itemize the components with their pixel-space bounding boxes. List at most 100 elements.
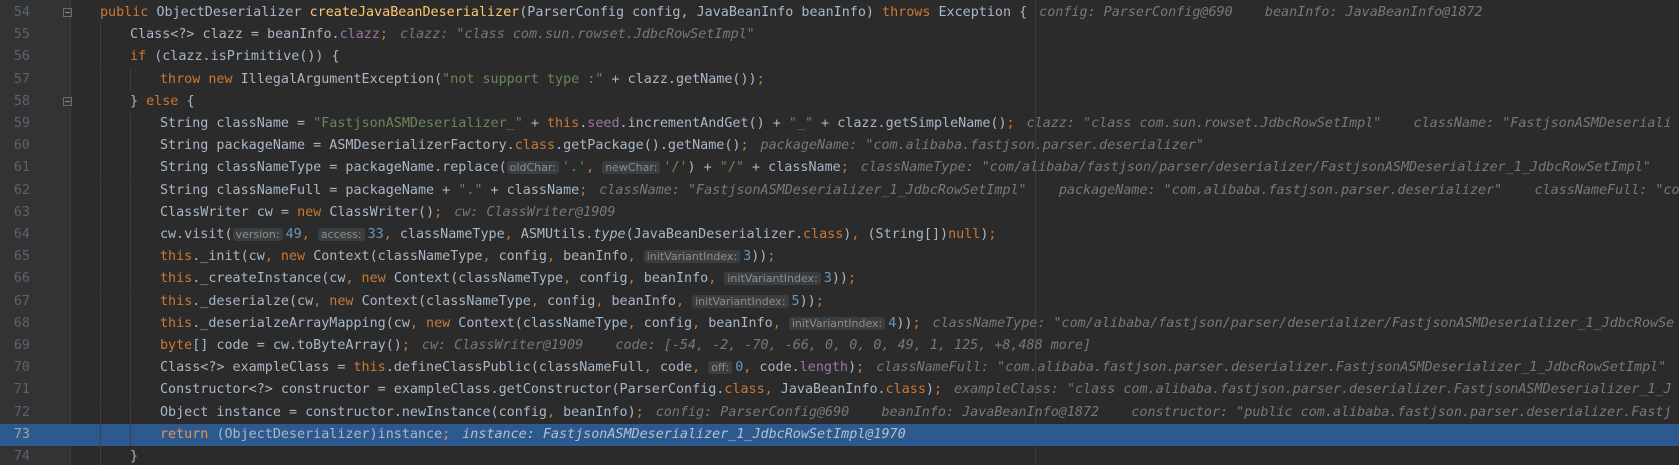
code-token: ))	[799, 293, 816, 309]
line-number[interactable]: 72	[0, 402, 30, 424]
line-number[interactable]: 60	[0, 135, 30, 157]
code-line[interactable]: 69 byte[] code = cw.toByteArray(); cw: Cla…	[0, 335, 1679, 357]
line-number[interactable]: 70	[0, 357, 30, 379]
keyword-token: this	[160, 249, 193, 265]
code-token: }	[130, 449, 139, 464]
line-number[interactable]: 63	[0, 202, 30, 224]
code-token: code	[659, 360, 693, 376]
line-number[interactable]: 65	[0, 246, 30, 268]
code-line[interactable]: 55 Class<?> clazz = beanInfo.clazz; clazz:…	[0, 24, 1679, 47]
code-editor[interactable]: 54 public ObjectDeserializer createJavaBe…	[0, 0, 1679, 465]
code-line[interactable]: 72 Object instance = constructor.newInsta…	[0, 401, 1679, 424]
code-line[interactable]: 66 this._createInstance(cw, new Context(c…	[0, 268, 1679, 291]
code-text: return (ObjectDeserializer)instance; inst…	[160, 424, 906, 446]
code-token: Class<?> clazz = beanInfo.	[130, 27, 340, 43]
number-token: 3	[743, 249, 752, 265]
code-token: +	[522, 116, 547, 131]
indent-guide	[100, 46, 101, 69]
code-line[interactable]: 61 String classNameType = packageName.rep…	[0, 157, 1679, 180]
fold-toggle-icon[interactable]	[63, 8, 72, 17]
line-number[interactable]: 61	[0, 157, 30, 179]
keyword-token: ,	[547, 249, 564, 265]
code-text: Constructor<?> constructor = exampleClas…	[160, 379, 1672, 401]
line-number[interactable]: 57	[0, 69, 30, 91]
code-text: this._init(cw, new Context(classNameType…	[160, 246, 775, 268]
code-token: String className =	[160, 116, 314, 131]
code-text: String packageName = ASMDeserializerFact…	[160, 135, 1204, 157]
line-number[interactable]: 62	[0, 180, 30, 202]
line-number[interactable]: 64	[0, 224, 30, 246]
code-token: ._init(cw	[192, 249, 265, 265]
keyword-token: ,	[764, 382, 781, 398]
indent-guide	[130, 312, 131, 335]
code-line[interactable]: 62 String classNameFull = packageName + "…	[0, 179, 1679, 202]
code-line[interactable]: 63 ClassWriter cw = new ClassWriter(); cw:…	[0, 201, 1679, 224]
keyword-token: class	[724, 382, 765, 398]
method-name-token: createJavaBeanDeserializer	[309, 5, 520, 20]
fold-toggle-icon[interactable]	[63, 96, 72, 106]
keyword-token: ;	[442, 426, 451, 442]
line-number[interactable]: 66	[0, 268, 30, 290]
code-token: String classNameType = packageName.repla…	[160, 160, 507, 176]
code-line[interactable]: 64 cw.visit(version: 49, access: 33, classN…	[0, 224, 1679, 246]
parameter-hint: newChar:	[602, 161, 661, 175]
code-line[interactable]: 58} else {	[0, 90, 1679, 113]
indent-guide	[130, 246, 131, 269]
keyword-token: ,	[627, 271, 644, 287]
code-text: String className = "FastjsonASMDeseriali…	[160, 113, 1672, 135]
code-text: String classNameFull = packageName + "."…	[160, 180, 1679, 202]
field-token: seed	[587, 116, 620, 131]
keyword-token: throws	[882, 5, 939, 20]
code-line[interactable]: 56 if (clazz.isPrimitive()) {	[0, 46, 1679, 69]
indent-guide	[100, 312, 101, 335]
indent-guide	[100, 224, 101, 246]
line-number[interactable]: 73	[0, 424, 30, 446]
execution-line[interactable]: 73 return (ObjectDeserializer)instance; in…	[0, 423, 1679, 446]
code-token: ))	[751, 249, 768, 265]
indent-guide	[100, 179, 101, 202]
keyword-token: ;	[815, 293, 824, 309]
indent-guide	[100, 246, 101, 269]
keyword-token: , new	[409, 315, 459, 331]
indent-guide	[100, 24, 101, 47]
code-line[interactable]: 70 Class<?> exampleClass = this.defineCla…	[0, 357, 1679, 380]
code-line[interactable]: 68 this._deserialzeArrayMapping(cw, new C…	[0, 312, 1679, 335]
code-token: code.	[759, 360, 800, 376]
code-line[interactable]: 67 this._deserialze(cw, new Context(class…	[0, 290, 1679, 313]
code-token: JavaBeanInfo.	[780, 382, 886, 398]
line-number[interactable]: 74	[0, 446, 30, 465]
code-token: Constructor<?> constructor = exampleClas…	[160, 382, 725, 398]
line-number[interactable]: 58	[0, 91, 30, 113]
line-number[interactable]: 59	[0, 113, 30, 135]
code-token: String packageName = ASMDeserializerFact…	[160, 138, 515, 154]
line-number[interactable]: 54	[0, 2, 30, 24]
line-number[interactable]: 71	[0, 379, 30, 401]
parameter-hint: initVariantIndex:	[788, 316, 886, 330]
code-token: ._deserialze(cw	[192, 293, 314, 309]
code-token: (ObjectDeserializer)instance	[216, 426, 443, 442]
code-token: Context(classNameType	[313, 249, 483, 265]
line-number[interactable]: 55	[0, 24, 30, 46]
parameter-hint: access:	[317, 228, 365, 241]
indent-guide	[130, 157, 131, 180]
keyword-token: byte	[160, 338, 193, 353]
line-number[interactable]: 67	[0, 291, 30, 313]
code-token: Exception {	[938, 5, 1028, 20]
code-text: Class<?> clazz = beanInfo.clazz; clazz: "…	[130, 24, 755, 46]
string-token: "not support type :"	[442, 71, 604, 87]
code-line[interactable]: 57 throw new IllegalArgumentException("no…	[0, 68, 1679, 91]
line-number[interactable]: 69	[0, 335, 30, 357]
code-token: + clazz.getSimpleName()	[813, 116, 1007, 131]
code-line[interactable]: 71 Constructor<?> constructor = exampleCl…	[0, 379, 1679, 402]
code-token: ClassWriter()	[329, 204, 435, 220]
code-line[interactable]: 65 this._init(cw, new Context(classNameTy…	[0, 246, 1679, 269]
code-line[interactable]: 54 public ObjectDeserializer createJavaBe…	[0, 2, 1679, 24]
line-number[interactable]: 56	[0, 46, 30, 68]
code-text: Object instance = constructor.newInstanc…	[160, 402, 1672, 424]
code-line[interactable]: 59 String className = "FastjsonASMDeseria…	[0, 113, 1679, 135]
line-number[interactable]: 68	[0, 313, 30, 335]
code-line[interactable]: 74}	[0, 446, 1679, 465]
indent-guide	[130, 401, 131, 424]
code-line[interactable]: 60 String packageName = ASMDeserializerFa…	[0, 135, 1679, 158]
inline-debug-value: instance: FastjsonASMDeserializer_1_Jdbc…	[462, 426, 906, 442]
